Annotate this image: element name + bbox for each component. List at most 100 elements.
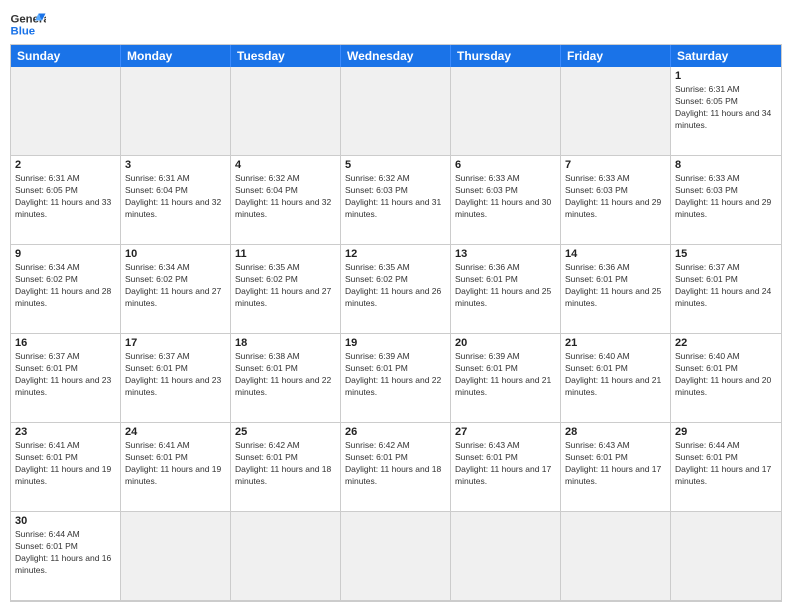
- calendar-cell: 3 Sunrise: 6:31 AM Sunset: 6:04 PM Daylig…: [121, 156, 231, 245]
- calendar-cell: 20Sunrise: 6:39 AM Sunset: 6:01 PM Dayli…: [451, 334, 561, 423]
- day-header-thursday: Thursday: [451, 45, 561, 67]
- cell-date: 3: [125, 159, 226, 171]
- cell-info: Sunrise: 6:31 AM Sunset: 6:05 PM Dayligh…: [675, 84, 777, 132]
- calendar-cell: 4 Sunrise: 6:32 AM Sunset: 6:04 PM Daylig…: [231, 156, 341, 245]
- cell-info: Sunrise: 6:37 AM Sunset: 6:01 PM Dayligh…: [15, 351, 116, 399]
- calendar-cell: 9 Sunrise: 6:34 AM Sunset: 6:02 PM Daylig…: [11, 245, 121, 334]
- calendar-cell: [231, 512, 341, 601]
- cell-date: 22: [675, 337, 777, 349]
- calendar-cell: [561, 512, 671, 601]
- cell-date: 26: [345, 426, 446, 438]
- cell-info: Sunrise: 6:39 AM Sunset: 6:01 PM Dayligh…: [345, 351, 446, 399]
- cell-info: Sunrise: 6:32 AM Sunset: 6:04 PM Dayligh…: [235, 173, 336, 221]
- calendar-cell: 5 Sunrise: 6:32 AM Sunset: 6:03 PM Daylig…: [341, 156, 451, 245]
- day-header-friday: Friday: [561, 45, 671, 67]
- cell-info: Sunrise: 6:41 AM Sunset: 6:01 PM Dayligh…: [15, 440, 116, 488]
- calendar-cell: [451, 512, 561, 601]
- cell-info: Sunrise: 6:34 AM Sunset: 6:02 PM Dayligh…: [15, 262, 116, 310]
- cell-date: 14: [565, 248, 666, 260]
- calendar-cell: 21 Sunrise: 6:40 AM Sunset: 6:01 PM Dayli…: [561, 334, 671, 423]
- cell-date: 17: [125, 337, 226, 349]
- day-header-tuesday: Tuesday: [231, 45, 341, 67]
- cell-date: 25: [235, 426, 336, 438]
- cell-date: 24: [125, 426, 226, 438]
- svg-text:Blue: Blue: [11, 26, 36, 38]
- calendar-cell: 7Sunrise: 6:33 AM Sunset: 6:03 PM Daylig…: [561, 156, 671, 245]
- cell-date: 4: [235, 159, 336, 171]
- cell-info: Sunrise: 6:34 AM Sunset: 6:02 PM Dayligh…: [125, 262, 226, 310]
- cell-info: Sunrise: 6:42 AM Sunset: 6:01 PM Dayligh…: [235, 440, 336, 488]
- cell-info: Sunrise: 6:33 AM Sunset: 6:03 PM Dayligh…: [675, 173, 777, 221]
- calendar-cell: 17 Sunrise: 6:37 AM Sunset: 6:01 PM Dayli…: [121, 334, 231, 423]
- cell-date: 5: [345, 159, 446, 171]
- calendar-cell: 2 Sunrise: 6:31 AM Sunset: 6:05 PM Daylig…: [11, 156, 121, 245]
- calendar-cell: [341, 67, 451, 156]
- day-header-sunday: Sunday: [11, 45, 121, 67]
- day-header-saturday: Saturday: [671, 45, 781, 67]
- cell-date: 12: [345, 248, 446, 260]
- calendar-cell: [121, 67, 231, 156]
- cell-info: Sunrise: 6:31 AM Sunset: 6:05 PM Dayligh…: [15, 173, 116, 221]
- calendar-cell: 15Sunrise: 6:37 AM Sunset: 6:01 PM Dayli…: [671, 245, 781, 334]
- calendar-cell: [341, 512, 451, 601]
- header: General Blue: [10, 10, 782, 38]
- calendar-cell: 27Sunrise: 6:43 AM Sunset: 6:01 PM Dayli…: [451, 423, 561, 512]
- calendar-cell: 13Sunrise: 6:36 AM Sunset: 6:01 PM Dayli…: [451, 245, 561, 334]
- day-header-wednesday: Wednesday: [341, 45, 451, 67]
- cell-date: 9: [15, 248, 116, 260]
- calendar-cell: [671, 512, 781, 601]
- cell-info: Sunrise: 6:37 AM Sunset: 6:01 PM Dayligh…: [125, 351, 226, 399]
- cell-info: Sunrise: 6:38 AM Sunset: 6:01 PM Dayligh…: [235, 351, 336, 399]
- calendar-cell: [11, 67, 121, 156]
- cell-info: Sunrise: 6:36 AM Sunset: 6:01 PM Dayligh…: [455, 262, 556, 310]
- calendar-cell: 6Sunrise: 6:33 AM Sunset: 6:03 PM Daylig…: [451, 156, 561, 245]
- cell-info: Sunrise: 6:37 AM Sunset: 6:01 PM Dayligh…: [675, 262, 777, 310]
- page: General Blue SundayMondayTuesdayWednesda…: [0, 0, 792, 612]
- calendar-cell: 14 Sunrise: 6:36 AM Sunset: 6:01 PM Dayli…: [561, 245, 671, 334]
- calendar-cell: 29 Sunrise: 6:44 AM Sunset: 6:01 PM Dayli…: [671, 423, 781, 512]
- calendar-cell: 19 Sunrise: 6:39 AM Sunset: 6:01 PM Dayli…: [341, 334, 451, 423]
- cell-date: 11: [235, 248, 336, 260]
- cell-info: Sunrise: 6:42 AM Sunset: 6:01 PM Dayligh…: [345, 440, 446, 488]
- calendar-grid: 1 Sunrise: 6:31 AM Sunset: 6:05 PM Daylig…: [11, 67, 781, 601]
- calendar-cell: 10Sunrise: 6:34 AM Sunset: 6:02 PM Dayli…: [121, 245, 231, 334]
- calendar-cell: 24 Sunrise: 6:41 AM Sunset: 6:01 PM Dayli…: [121, 423, 231, 512]
- calendar-cell: 16 Sunrise: 6:37 AM Sunset: 6:01 PM Dayli…: [11, 334, 121, 423]
- day-headers: SundayMondayTuesdayWednesdayThursdayFrid…: [11, 45, 781, 67]
- calendar-cell: 11Sunrise: 6:35 AM Sunset: 6:02 PM Dayli…: [231, 245, 341, 334]
- cell-date: 16: [15, 337, 116, 349]
- calendar-cell: [121, 512, 231, 601]
- calendar-cell: 18 Sunrise: 6:38 AM Sunset: 6:01 PM Dayli…: [231, 334, 341, 423]
- calendar-cell: 12 Sunrise: 6:35 AM Sunset: 6:02 PM Dayli…: [341, 245, 451, 334]
- cell-info: Sunrise: 6:36 AM Sunset: 6:01 PM Dayligh…: [565, 262, 666, 310]
- cell-info: Sunrise: 6:44 AM Sunset: 6:01 PM Dayligh…: [675, 440, 777, 488]
- cell-date: 20: [455, 337, 556, 349]
- calendar-cell: 26 Sunrise: 6:42 AM Sunset: 6:01 PM Dayli…: [341, 423, 451, 512]
- day-header-monday: Monday: [121, 45, 231, 67]
- calendar-cell: 25 Sunrise: 6:42 AM Sunset: 6:01 PM Dayli…: [231, 423, 341, 512]
- cell-date: 19: [345, 337, 446, 349]
- cell-info: Sunrise: 6:41 AM Sunset: 6:01 PM Dayligh…: [125, 440, 226, 488]
- logo: General Blue: [10, 10, 46, 38]
- calendar-cell: 22Sunrise: 6:40 AM Sunset: 6:01 PM Dayli…: [671, 334, 781, 423]
- calendar-cell: 28Sunrise: 6:43 AM Sunset: 6:01 PM Dayli…: [561, 423, 671, 512]
- cell-date: 7: [565, 159, 666, 171]
- cell-date: 1: [675, 70, 777, 82]
- cell-date: 21: [565, 337, 666, 349]
- calendar-cell: 1 Sunrise: 6:31 AM Sunset: 6:05 PM Daylig…: [671, 67, 781, 156]
- cell-info: Sunrise: 6:43 AM Sunset: 6:01 PM Dayligh…: [455, 440, 556, 488]
- cell-info: Sunrise: 6:35 AM Sunset: 6:02 PM Dayligh…: [345, 262, 446, 310]
- cell-info: Sunrise: 6:32 AM Sunset: 6:03 PM Dayligh…: [345, 173, 446, 221]
- cell-date: 18: [235, 337, 336, 349]
- calendar-cell: 23Sunrise: 6:41 AM Sunset: 6:01 PM Dayli…: [11, 423, 121, 512]
- cell-date: 29: [675, 426, 777, 438]
- cell-info: Sunrise: 6:40 AM Sunset: 6:01 PM Dayligh…: [565, 351, 666, 399]
- cell-info: Sunrise: 6:33 AM Sunset: 6:03 PM Dayligh…: [455, 173, 556, 221]
- cell-info: Sunrise: 6:31 AM Sunset: 6:04 PM Dayligh…: [125, 173, 226, 221]
- logo-icon: General Blue: [10, 10, 46, 38]
- calendar-cell: 8Sunrise: 6:33 AM Sunset: 6:03 PM Daylig…: [671, 156, 781, 245]
- cell-date: 28: [565, 426, 666, 438]
- calendar-cell: [561, 67, 671, 156]
- cell-info: Sunrise: 6:44 AM Sunset: 6:01 PM Dayligh…: [15, 529, 116, 577]
- cell-date: 2: [15, 159, 116, 171]
